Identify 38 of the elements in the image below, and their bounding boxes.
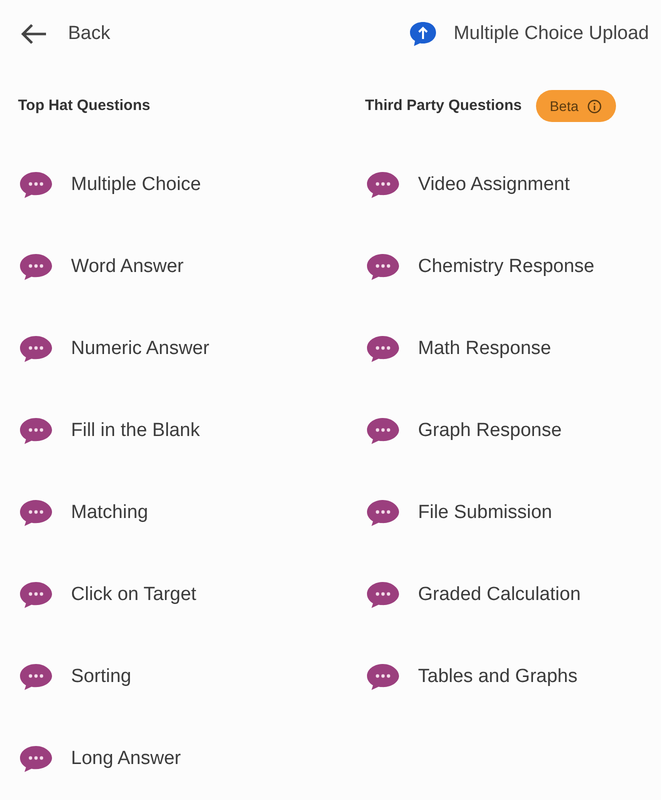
- question-type-item[interactable]: Tables and Graphs: [365, 636, 661, 718]
- back-button[interactable]: Back: [20, 20, 110, 48]
- speech-bubble-icon: [18, 744, 54, 774]
- upload-button[interactable]: Multiple Choice Upload: [408, 20, 649, 48]
- question-type-item[interactable]: Matching: [18, 472, 365, 554]
- question-type-item[interactable]: File Submission: [365, 472, 661, 554]
- question-type-item[interactable]: Chemistry Response: [365, 226, 661, 308]
- info-icon: [586, 98, 602, 114]
- question-type-item[interactable]: Multiple Choice: [18, 144, 365, 226]
- speech-bubble-icon: [18, 498, 54, 528]
- question-type-item[interactable]: Long Answer: [18, 718, 365, 800]
- beta-badge: Beta: [536, 90, 616, 122]
- speech-bubble-icon: [18, 252, 54, 282]
- question-type-item[interactable]: Graph Response: [365, 390, 661, 472]
- question-type-item[interactable]: Graded Calculation: [365, 554, 661, 636]
- question-type-item[interactable]: Video Assignment: [365, 144, 661, 226]
- question-type-item[interactable]: Math Response: [365, 308, 661, 390]
- speech-bubble-icon: [18, 662, 54, 692]
- section-heading: Third Party Questions: [365, 96, 522, 116]
- question-type-item[interactable]: Sorting: [18, 636, 365, 718]
- question-type-item[interactable]: Numeric Answer: [18, 308, 365, 390]
- speech-bubble-icon: [365, 498, 401, 528]
- speech-bubble-icon: [18, 580, 54, 610]
- speech-bubble-icon: [365, 662, 401, 692]
- speech-bubble-icon: [365, 252, 401, 282]
- section-heading: Top Hat Questions: [18, 96, 150, 116]
- speech-bubble-icon: [18, 170, 54, 200]
- question-type-item[interactable]: Fill in the Blank: [18, 390, 365, 472]
- question-type-item[interactable]: Word Answer: [18, 226, 365, 308]
- speech-bubble-icon: [365, 170, 401, 200]
- speech-bubble-icon: [365, 416, 401, 446]
- speech-bubble-icon: [18, 334, 54, 364]
- question-type-item[interactable]: Click on Target: [18, 554, 365, 636]
- speech-bubble-icon: [18, 416, 54, 446]
- back-arrow-icon: [20, 23, 48, 45]
- speech-bubble-icon: [365, 334, 401, 364]
- upload-icon: [408, 21, 438, 47]
- speech-bubble-icon: [365, 580, 401, 610]
